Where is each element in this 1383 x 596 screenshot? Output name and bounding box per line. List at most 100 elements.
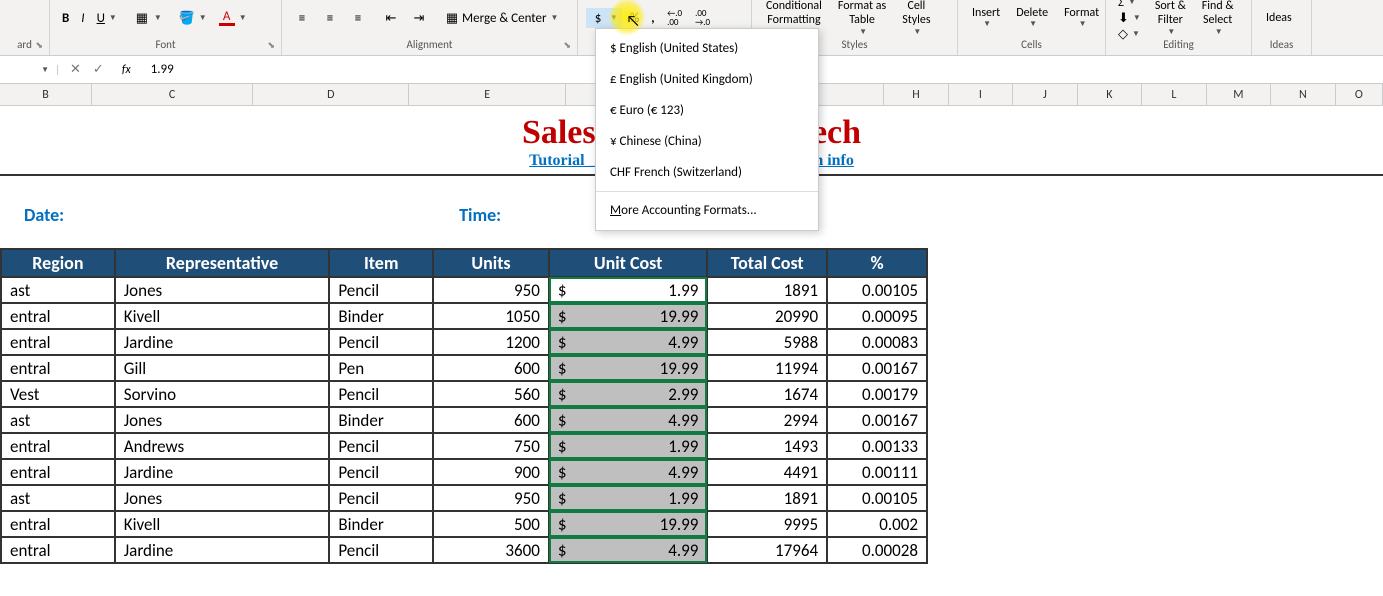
- cell[interactable]: 0.00111: [827, 459, 927, 485]
- align-center-button[interactable]: ≡: [318, 8, 342, 28]
- cell[interactable]: ast: [1, 277, 115, 303]
- decrease-indent-button[interactable]: ⇤: [379, 8, 403, 28]
- cell[interactable]: $2.99: [549, 381, 708, 407]
- cell[interactable]: Kivell: [115, 511, 330, 537]
- font-color-button[interactable]: A▼: [215, 8, 251, 28]
- cell[interactable]: Pencil: [329, 381, 433, 407]
- cell[interactable]: ast: [1, 407, 115, 433]
- cell[interactable]: $4.99: [549, 329, 708, 355]
- cell[interactable]: entral: [1, 459, 115, 485]
- cell[interactable]: 5988: [707, 329, 827, 355]
- cell[interactable]: 2994: [707, 407, 827, 433]
- cell[interactable]: 1200: [433, 329, 549, 355]
- cell[interactable]: Jones: [115, 485, 330, 511]
- cell[interactable]: Sorvino: [115, 381, 330, 407]
- cell[interactable]: 1891: [707, 485, 827, 511]
- cell[interactable]: Pencil: [329, 485, 433, 511]
- ideas-button[interactable]: Ideas: [1260, 11, 1298, 25]
- currency-option-chf[interactable]: CHF French (Switzerland): [596, 157, 818, 188]
- cell[interactable]: Pencil: [329, 459, 433, 485]
- cell[interactable]: $19.99: [549, 303, 708, 329]
- column-header-I[interactable]: I: [949, 84, 1013, 105]
- cell[interactable]: 950: [433, 277, 549, 303]
- cell[interactable]: 0.00167: [827, 407, 927, 433]
- cell[interactable]: $4.99: [549, 537, 708, 563]
- sort-filter-button[interactable]: Sort & Filter▼: [1149, 0, 1192, 37]
- cell[interactable]: 11994: [707, 355, 827, 381]
- cell[interactable]: $4.99: [549, 407, 708, 433]
- column-header-D[interactable]: D: [253, 84, 409, 105]
- currency-option-eur[interactable]: € Euro (€ 123): [596, 95, 818, 126]
- cell[interactable]: 1674: [707, 381, 827, 407]
- column-header-C[interactable]: C: [92, 84, 253, 105]
- cell[interactable]: 1891: [707, 277, 827, 303]
- cancel-formula-button[interactable]: ✕: [70, 62, 81, 77]
- cell[interactable]: $1.99: [549, 433, 708, 459]
- cell[interactable]: $19.99: [549, 511, 708, 537]
- cell[interactable]: $4.99: [549, 459, 708, 485]
- cell[interactable]: Gill: [115, 355, 330, 381]
- fill-button[interactable]: ⬇▼: [1118, 11, 1141, 26]
- cell[interactable]: 560: [433, 381, 549, 407]
- cell[interactable]: 0.00133: [827, 433, 927, 459]
- column-header-H[interactable]: H: [884, 84, 948, 105]
- cell[interactable]: 0.00028: [827, 537, 927, 563]
- cell[interactable]: 0.00105: [827, 485, 927, 511]
- cell[interactable]: entral: [1, 303, 115, 329]
- decrease-decimal-button[interactable]: .00→.0: [691, 8, 715, 28]
- cell[interactable]: 0.00179: [827, 381, 927, 407]
- cell[interactable]: ast: [1, 485, 115, 511]
- cell[interactable]: 500: [433, 511, 549, 537]
- cell[interactable]: Andrews: [115, 433, 330, 459]
- more-accounting-formats[interactable]: MMore Accounting Formats...ore Accountin…: [596, 195, 818, 226]
- cell[interactable]: $1.99: [549, 277, 708, 303]
- increase-indent-button[interactable]: ⇥: [407, 8, 431, 28]
- cell[interactable]: Jardine: [115, 537, 330, 563]
- borders-button[interactable]: ▦▼: [130, 8, 166, 28]
- cell[interactable]: 20990: [707, 303, 827, 329]
- comma-button[interactable]: ,: [647, 9, 658, 28]
- cell[interactable]: 0.00167: [827, 355, 927, 381]
- cell[interactable]: Pen: [329, 355, 433, 381]
- cell[interactable]: 0.00095: [827, 303, 927, 329]
- cell[interactable]: Pencil: [329, 433, 433, 459]
- align-left-button[interactable]: ≡: [290, 8, 314, 28]
- cell[interactable]: 950: [433, 485, 549, 511]
- currency-option-usd[interactable]: $ English (United States): [596, 33, 818, 64]
- cell[interactable]: 1050: [433, 303, 549, 329]
- column-header-J[interactable]: J: [1013, 84, 1077, 105]
- column-header-O[interactable]: O: [1336, 84, 1383, 105]
- cell[interactable]: 3600: [433, 537, 549, 563]
- cell[interactable]: Pencil: [329, 537, 433, 563]
- column-header-N[interactable]: N: [1271, 84, 1335, 105]
- insert-cells-button[interactable]: Insert▼: [966, 6, 1006, 30]
- currency-option-cny[interactable]: ¥ Chinese (China): [596, 126, 818, 157]
- cell[interactable]: 600: [433, 355, 549, 381]
- autosum-button[interactable]: Σ▼: [1118, 0, 1141, 10]
- cell[interactable]: Jones: [115, 407, 330, 433]
- currency-option-gbp[interactable]: £ English (United Kingdom): [596, 64, 818, 95]
- align-right-button[interactable]: ≡: [346, 8, 370, 28]
- cell[interactable]: entral: [1, 329, 115, 355]
- cell[interactable]: 17964: [707, 537, 827, 563]
- cell[interactable]: 0.002: [827, 511, 927, 537]
- cell[interactable]: Binder: [329, 511, 433, 537]
- cell[interactable]: 0.00083: [827, 329, 927, 355]
- cell-styles-button[interactable]: Cell Styles▼: [896, 0, 936, 37]
- cell[interactable]: $1.99: [549, 485, 708, 511]
- cell[interactable]: Binder: [329, 407, 433, 433]
- column-header-B[interactable]: B: [0, 84, 92, 105]
- fill-color-button[interactable]: 🪣▼: [175, 8, 211, 28]
- cell[interactable]: Binder: [329, 303, 433, 329]
- enter-formula-button[interactable]: ✓: [93, 62, 104, 77]
- cell[interactable]: 9995: [707, 511, 827, 537]
- column-header-M[interactable]: M: [1207, 84, 1271, 105]
- delete-cells-button[interactable]: Delete▼: [1010, 6, 1054, 30]
- find-select-button[interactable]: Find & Select▼: [1196, 0, 1240, 37]
- accounting-format-button[interactable]: $▼: [586, 8, 622, 28]
- cell[interactable]: 750: [433, 433, 549, 459]
- dialog-launcher-icon[interactable]: ⬊: [563, 40, 571, 51]
- italic-button[interactable]: I: [77, 9, 88, 28]
- dialog-launcher-icon[interactable]: ⬊: [35, 40, 43, 51]
- cell[interactable]: 4491: [707, 459, 827, 485]
